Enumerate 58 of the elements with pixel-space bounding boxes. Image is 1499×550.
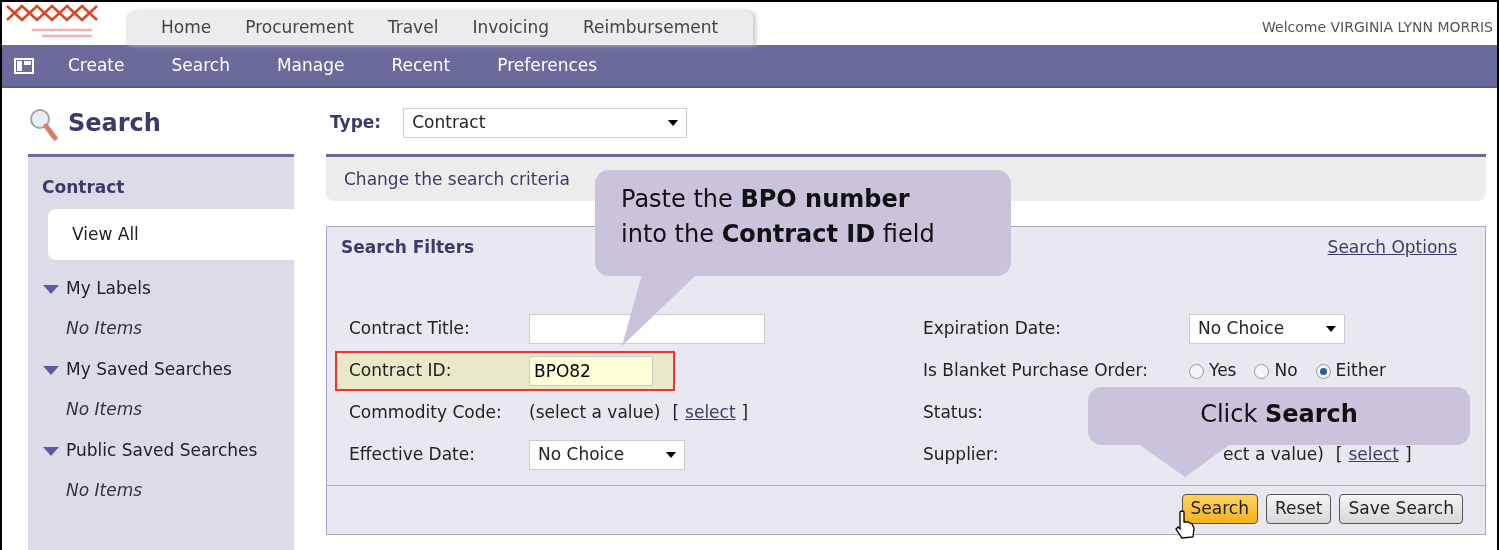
expand-icon <box>42 282 60 295</box>
field-label: Is Blanket Purchase Order: <box>923 359 1149 383</box>
top-tab[interactable]: Invoicing <box>455 15 566 41</box>
radio-button[interactable] <box>1315 363 1331 379</box>
field-label: Contract ID: <box>349 359 453 383</box>
select-link[interactable]: select <box>1348 442 1399 468</box>
field-value: ect a value) <box>1223 443 1324 467</box>
field-label: Commodity Code: <box>349 401 503 425</box>
page-title: Search <box>68 108 161 139</box>
dropdown[interactable]: No Choice <box>529 440 685 470</box>
empty-text: No Items <box>65 316 144 340</box>
welcome-text: Welcome VIRGINIA LYNN MORRIS <box>1262 18 1494 37</box>
empty-text: No Items <box>65 478 144 502</box>
expand-icon <box>42 444 60 457</box>
select-link[interactable]: select <box>685 400 736 426</box>
bracket: [ <box>672 401 680 425</box>
top-tab[interactable]: Reimbursement <box>566 15 736 41</box>
sidebar-group[interactable]: Public Saved Searches <box>42 438 294 464</box>
dropdown[interactable]: No Choice <box>1189 314 1345 344</box>
nav-item[interactable]: Manage <box>276 52 345 79</box>
radio-button[interactable] <box>1189 363 1204 379</box>
top-tab[interactable]: Home <box>144 15 229 41</box>
panel-title: Search Filters <box>341 236 475 259</box>
text-field[interactable]: BPO82 <box>529 356 653 386</box>
action-button[interactable]: Search <box>1181 494 1258 524</box>
field-label: Expiration Date: <box>923 317 1063 341</box>
radio-button[interactable] <box>1254 363 1270 379</box>
field-label: Effective Date: <box>349 443 476 467</box>
top-tab[interactable]: Travel <box>370 15 456 41</box>
radio-label: Yes <box>1209 359 1237 383</box>
type-label: Type: <box>330 111 382 135</box>
nav-item[interactable]: Preferences <box>497 52 598 79</box>
text-field[interactable] <box>529 314 765 344</box>
radio-label: No <box>1274 359 1298 383</box>
sidebar-group[interactable]: My Labels <box>42 276 294 302</box>
field-label: Contract Title: <box>349 317 471 341</box>
field-value: (select a value) <box>529 401 661 425</box>
field-label: Status: <box>923 401 984 425</box>
bracket: ] <box>741 401 749 425</box>
top-tab[interactable]: Procurement <box>228 15 371 41</box>
expand-icon <box>42 363 60 376</box>
action-button[interactable]: Reset <box>1265 494 1332 524</box>
sidebar-group[interactable]: My Saved Searches <box>42 357 294 383</box>
nav-item[interactable]: Search <box>171 52 230 79</box>
bracket: [ <box>1335 443 1343 467</box>
action-button[interactable]: Save Search <box>1339 494 1463 524</box>
magnifier-icon <box>28 107 58 141</box>
nav-item[interactable]: Create <box>68 52 125 79</box>
empty-text: No Items <box>65 397 144 421</box>
bracket: ] <box>1404 443 1412 467</box>
radio-label: Either <box>1335 359 1386 383</box>
sidebar-item[interactable]: View All <box>48 208 294 260</box>
sidebar-section-title: Contract <box>42 176 126 199</box>
type-dropdown[interactable]: Contract <box>403 108 688 138</box>
layout-icon[interactable] <box>14 58 34 74</box>
field-label: Supplier: <box>923 443 1000 467</box>
nav-item[interactable]: Recent <box>391 52 451 79</box>
search-options-link[interactable]: Search Options <box>1327 235 1457 311</box>
